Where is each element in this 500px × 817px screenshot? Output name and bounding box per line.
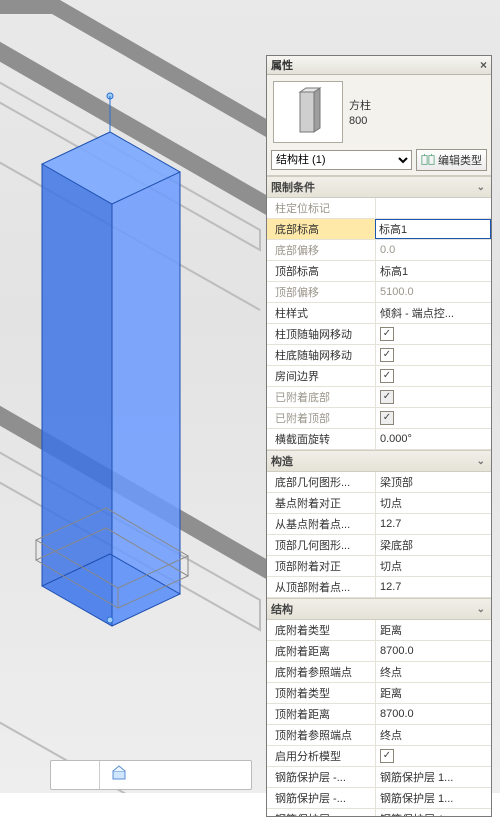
properties-titlebar[interactable]: 属性 × [267,56,491,75]
edit-type-icon [421,153,435,167]
type-family-name: 方柱 [349,97,371,113]
prop-top-geometry: 顶部几何图形...梁底部 [267,535,491,556]
type-selector-header[interactable]: 方柱 800 [267,75,491,147]
prop-move-top-with-grids: 柱顶随轴网移动 [267,324,491,345]
properties-palette: 属性 × 方柱 800 结构柱 (1) 编辑类型 限制条件⌄ 柱定位标记 底部标… [266,55,492,817]
category-construction[interactable]: 构造⌄ [267,450,491,472]
prop-from-top-point: 从顶部附着点...12.7 [267,577,491,598]
chevron-icon: ⌄ [477,604,485,615]
close-icon[interactable]: × [480,58,487,72]
prop-top-justification: 顶部附着对正切点 [267,556,491,577]
prop-room-bounding: 房间边界 [267,366,491,387]
prop-base-geometry: 底部几何图形...梁顶部 [267,472,491,493]
prop-base-attach-distance: 底附着距离8700.0 [267,641,491,662]
prop-top-ref-endpoint: 顶附着参照端点终点 [267,725,491,746]
edit-type-button[interactable]: 编辑类型 [416,149,487,171]
prop-move-base-with-grids: 柱底随轴网移动 [267,345,491,366]
checkbox[interactable] [380,749,394,763]
prop-attached-top: 已附着顶部 [267,408,491,429]
checkbox [380,390,394,404]
properties-title: 属性 [271,57,293,73]
view-icon [111,765,127,781]
prop-rebar-cover-3: 钢筋保护层 -...钢筋保护层 1... [267,809,491,816]
prop-top-attach-distance: 顶附着距离8700.0 [267,704,491,725]
prop-top-attach-type: 顶附着类型距离 [267,683,491,704]
checkbox[interactable] [380,369,394,383]
property-grid[interactable]: 限制条件⌄ 柱定位标记 底部标高标高1 底部偏移0.0 顶部标高标高1 顶部偏移… [267,175,491,816]
prop-enable-analytical: 启用分析模型 [267,746,491,767]
view-control-bar[interactable] [50,760,252,790]
category-constraints[interactable]: 限制条件⌄ [267,176,491,198]
prop-from-base-point: 从基点附着点...12.7 [267,514,491,535]
prop-column-style: 柱样式倾斜 - 端点控... [267,303,491,324]
prop-rebar-cover-1: 钢筋保护层 -...钢筋保护层 1... [267,767,491,788]
checkbox[interactable] [380,327,394,341]
type-size: 800 [349,115,371,127]
checkbox[interactable] [380,348,394,362]
prop-top-offset: 顶部偏移5100.0 [267,282,491,303]
chevron-icon: ⌄ [477,456,485,467]
prop-attached-base: 已附着底部 [267,387,491,408]
prop-base-attach-type: 底附着类型距离 [267,620,491,641]
prop-column-location-mark: 柱定位标记 [267,198,491,219]
prop-rebar-cover-2: 钢筋保护层 -...钢筋保护层 1... [267,788,491,809]
category-structural[interactable]: 结构⌄ [267,598,491,620]
chevron-icon: ⌄ [477,182,485,193]
prop-base-justification: 基点附着对正切点 [267,493,491,514]
prop-base-offset: 底部偏移0.0 [267,240,491,261]
checkbox [380,411,394,425]
instance-selector[interactable]: 结构柱 (1) [271,150,412,170]
type-thumbnail [273,81,343,143]
prop-base-ref-endpoint: 底附着参照端点终点 [267,662,491,683]
prop-base-level: 底部标高标高1 [267,219,491,240]
prop-cross-section-rotation: 横截面旋转0.000° [267,429,491,450]
prop-top-level: 顶部标高标高1 [267,261,491,282]
